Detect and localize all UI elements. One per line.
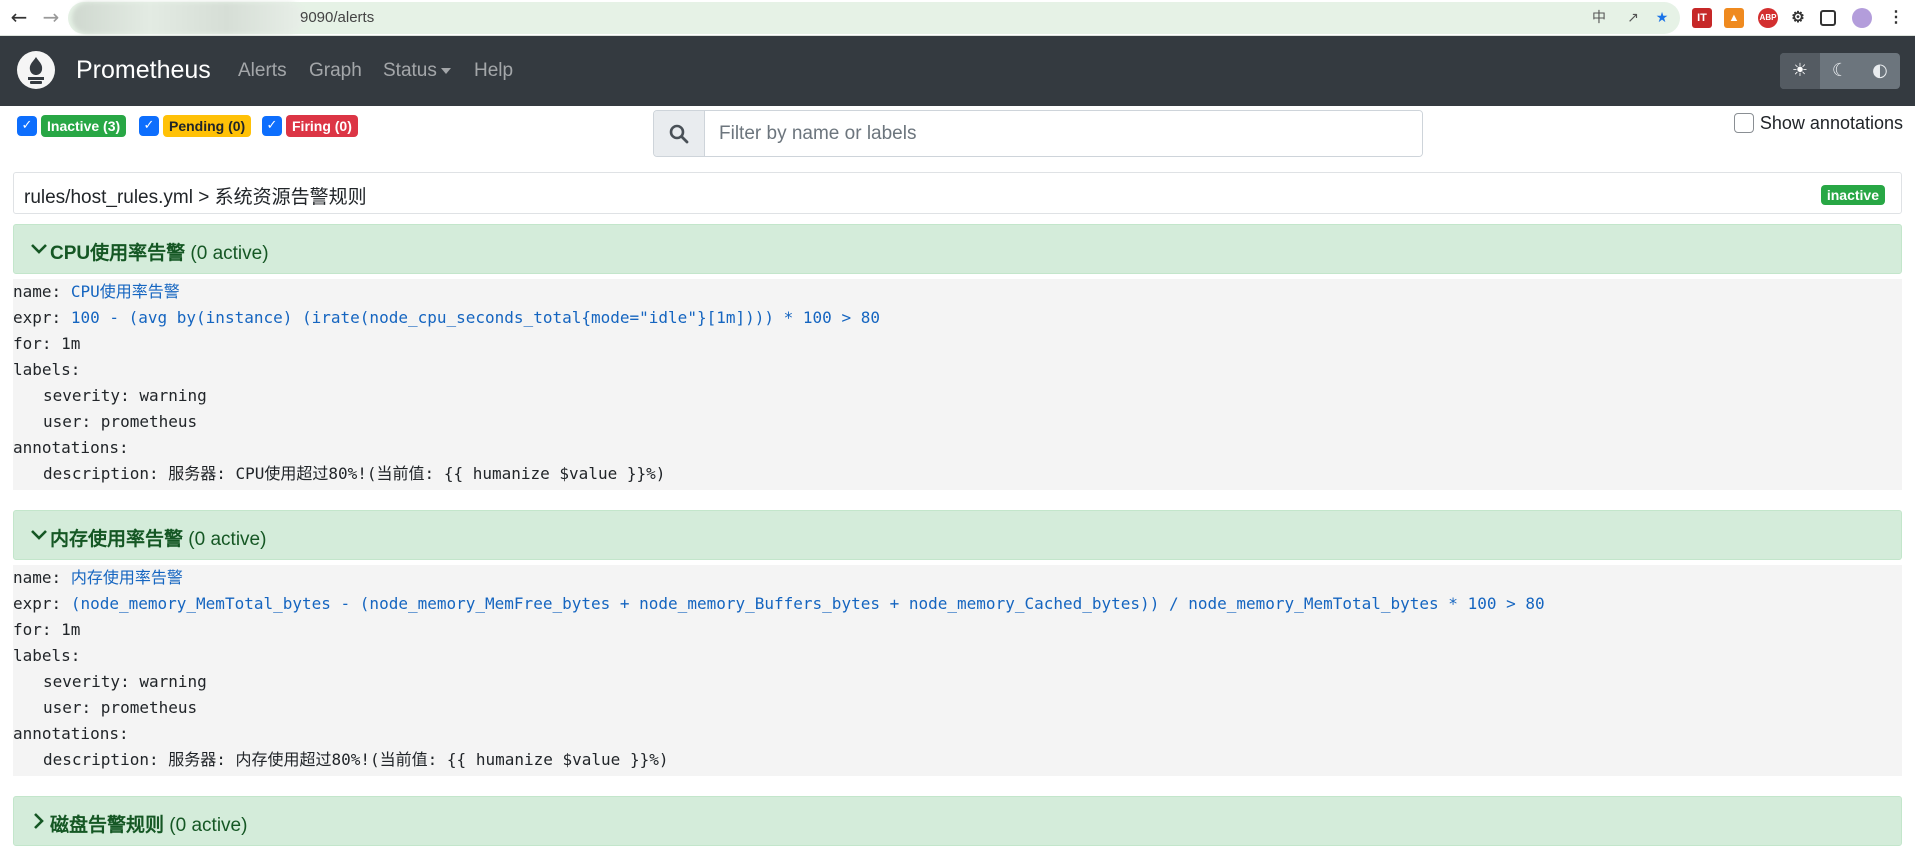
search-group <box>653 110 1423 157</box>
extensions-puzzle-icon[interactable]: ⚙ <box>1788 8 1808 28</box>
status-badge: inactive <box>1820 185 1885 205</box>
extension-it-icon[interactable]: IT <box>1692 8 1712 28</box>
nav-graph[interactable]: Graph <box>309 60 362 82</box>
extension-fox-icon[interactable]: ▲ <box>1724 8 1744 28</box>
rule-header-cpu[interactable]: CPU使用率告警 (0 active) <box>13 224 1902 274</box>
nav-status[interactable]: Status <box>383 60 451 82</box>
contrast-icon[interactable]: ◐ <box>1860 53 1900 89</box>
rule-expr-line: expr: 100 - (avg by(instance) (irate(nod… <box>13 308 880 327</box>
rule-name-line: name: CPU使用率告警 <box>13 282 180 301</box>
browser-toolbar: ← → 9090/alerts 中 ↗ ★ IT ▲ ABP ⚙ ⋮ <box>0 0 1915 36</box>
side-panel-icon[interactable] <box>1820 10 1836 26</box>
search-icon <box>654 111 705 156</box>
rule-header-memory[interactable]: 内存使用率告警 (0 active) <box>13 510 1902 560</box>
extension-abp-icon[interactable]: ABP <box>1758 8 1778 28</box>
nav-status-label: Status <box>383 60 437 81</box>
chevron-right-icon <box>34 813 44 829</box>
nav-help[interactable]: Help <box>474 60 513 82</box>
rule-definition-memory: name: 内存使用率告警 expr: (node_memory_MemTota… <box>13 565 1902 776</box>
sun-icon[interactable]: ☀ <box>1780 53 1820 89</box>
expr-link[interactable]: 100 - (avg by(instance) (irate(node_cpu_… <box>71 308 880 327</box>
translate-icon[interactable]: 中 <box>1590 9 1608 27</box>
bookmark-star-icon[interactable]: ★ <box>1653 9 1671 27</box>
checkbox-firing[interactable]: ✓ <box>262 116 282 136</box>
show-annotations-label: Show annotations <box>1759 112 1903 133</box>
chevron-down-icon <box>31 244 47 254</box>
label-user: user: prometheus <box>43 698 198 717</box>
filter-firing[interactable]: ✓ Firing (0) <box>262 115 358 137</box>
address-bar[interactable]: 9090/alerts 中 ↗ ★ <box>68 2 1680 34</box>
forward-icon[interactable]: → <box>38 4 64 30</box>
rule-expr-line: expr: (node_memory_MemTotal_bytes - (nod… <box>13 594 1545 613</box>
filter-inactive[interactable]: ✓ Inactive (3) <box>17 115 127 137</box>
share-icon[interactable]: ↗ <box>1624 9 1642 27</box>
label-user: user: prometheus <box>43 412 198 431</box>
chevron-down-icon <box>31 530 47 540</box>
rule-annotations-key: annotations: <box>13 438 129 457</box>
chevron-down-icon <box>440 67 451 74</box>
browser-menu-icon[interactable]: ⋮ <box>1886 8 1906 28</box>
rule-file-title: rules/host_rules.yml > 系统资源告警规则 <box>24 187 367 208</box>
rule-header-disk[interactable]: 磁盘告警规则 (0 active) <box>13 796 1902 846</box>
rule-file-header: rules/host_rules.yml > 系统资源告警规则 inactive <box>13 172 1902 214</box>
rule-for-line: for: 1m <box>13 334 81 353</box>
expr-link[interactable]: (node_memory_MemTotal_bytes - (node_memo… <box>71 594 1545 613</box>
nav-alerts[interactable]: Alerts <box>238 60 287 82</box>
rule-title: CPU使用率告警 (0 active) <box>50 243 269 264</box>
label-severity: severity: warning <box>43 386 207 405</box>
moon-icon[interactable]: ☾ <box>1820 53 1860 89</box>
filter-pending[interactable]: ✓ Pending (0) <box>139 115 252 137</box>
label-severity: severity: warning <box>43 672 207 691</box>
rule-annotations-key: annotations: <box>13 724 129 743</box>
pending-badge: Pending (0) <box>163 115 252 137</box>
rule-name-line: name: 内存使用率告警 <box>13 568 183 587</box>
prometheus-logo-icon[interactable] <box>17 51 55 89</box>
rule-title: 内存使用率告警 (0 active) <box>50 529 267 550</box>
rule-title: 磁盘告警规则 (0 active) <box>50 815 248 836</box>
annotation-description: description: 服务器: CPU使用超过80%!(当前值: {{ hu… <box>43 464 666 483</box>
top-navbar: Prometheus Alerts Graph Status Help ☀ ☾ … <box>0 36 1915 106</box>
rule-definition-cpu: name: CPU使用率告警 expr: 100 - (avg by(insta… <box>13 279 1902 490</box>
url-text: 9090/alerts <box>300 9 375 26</box>
rule-for-line: for: 1m <box>13 620 81 639</box>
checkbox-pending[interactable]: ✓ <box>139 116 159 136</box>
search-input[interactable] <box>705 111 1422 156</box>
rule-labels-key: labels: <box>13 646 81 665</box>
profile-avatar[interactable] <box>1852 8 1872 28</box>
show-annotations-checkbox[interactable] <box>1733 113 1754 133</box>
rule-labels-key: labels: <box>13 360 81 379</box>
show-annotations-toggle[interactable]: Show annotations <box>1733 112 1903 134</box>
back-icon[interactable]: ← <box>6 4 32 30</box>
inactive-badge: Inactive (3) <box>41 115 127 137</box>
checkbox-inactive[interactable]: ✓ <box>17 116 37 136</box>
firing-badge: Firing (0) <box>286 115 358 137</box>
blurred-host <box>72 2 304 34</box>
theme-switcher: ☀ ☾ ◐ <box>1780 53 1900 89</box>
brand-name[interactable]: Prometheus <box>76 56 211 85</box>
annotation-description: description: 服务器: 内存使用超过80%!(当前值: {{ hum… <box>43 750 669 769</box>
